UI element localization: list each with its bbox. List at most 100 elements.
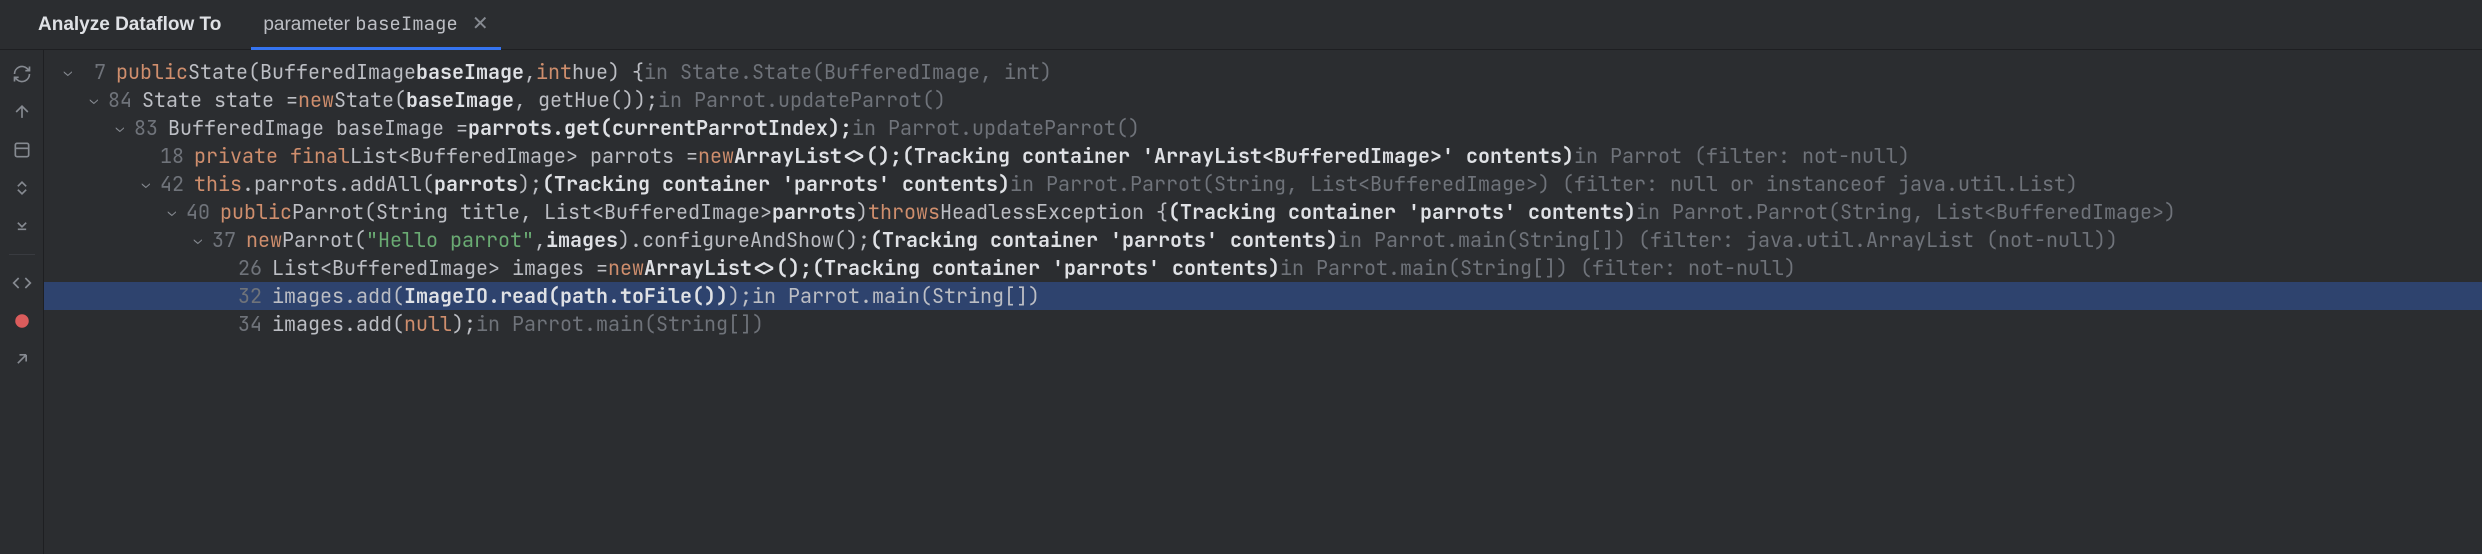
- code-segment: (Tracking container 'parrots' contents): [812, 254, 1280, 283]
- code-segment: public: [116, 58, 188, 87]
- code-segment: throws: [868, 198, 940, 227]
- code-segment: images.add(: [272, 310, 404, 339]
- code-segment: parrots: [434, 170, 518, 199]
- main-container: ⌄7public State(BufferedImage baseImage, …: [0, 50, 2482, 554]
- line-number: 37: [208, 226, 236, 255]
- close-icon[interactable]: ✕: [472, 11, 489, 36]
- group-icon[interactable]: [10, 138, 34, 162]
- tree-row[interactable]: ⌄84 State state = new State(baseImage, ge…: [44, 86, 2482, 114]
- code-segment: in Parrot.updateParrot(): [658, 86, 946, 115]
- code-segment: parrots.get(currentParrotIndex);: [468, 114, 852, 143]
- code-segment: ArrayList<>();: [644, 254, 812, 283]
- tree-row[interactable]: ⌄34images.add(null); in Parrot.main(Stri…: [44, 310, 2482, 338]
- line-number: 7: [78, 58, 106, 87]
- line-number: 32: [234, 282, 262, 311]
- chevron-down-icon[interactable]: ⌄: [84, 90, 104, 110]
- chevron-down-icon[interactable]: ⌄: [110, 118, 130, 138]
- code-segment: List<BufferedImage> images =: [272, 254, 608, 283]
- line-number: 83: [130, 114, 158, 143]
- code-segment: in Parrot (filter: not-null): [1574, 142, 1910, 171]
- chevron-down-icon[interactable]: ⌄: [136, 174, 156, 194]
- collapse-icon[interactable]: [10, 214, 34, 238]
- code-segment: "Hello parrot": [366, 226, 534, 255]
- code-segment: images.add(: [272, 282, 404, 311]
- code-segment: baseImage: [406, 86, 514, 115]
- code-segment: ,: [534, 226, 546, 255]
- code-segment: (Tracking container 'parrots' contents): [870, 226, 1338, 255]
- code-segment: , getHue());: [514, 86, 658, 115]
- line-number: 26: [234, 254, 262, 283]
- code-segment: in Parrot.main(String[]): [752, 282, 1040, 311]
- code-segment: BufferedImage baseImage =: [168, 114, 468, 143]
- code-segment: .parrots.addAll(: [242, 170, 434, 199]
- export-icon[interactable]: [10, 347, 34, 371]
- code-segment: ).configureAndShow();: [618, 226, 870, 255]
- code-segment: State state =: [142, 86, 298, 115]
- code-segment: public: [220, 198, 292, 227]
- code-segment: State(: [334, 86, 406, 115]
- tree-row[interactable]: ⌄26List<BufferedImage> images = new Arra…: [44, 254, 2482, 282]
- line-number: 34: [234, 310, 262, 339]
- code-segment: null: [404, 310, 452, 339]
- separator: [9, 254, 35, 255]
- expand-collapse-icon[interactable]: [10, 176, 34, 200]
- dataflow-tree: ⌄7public State(BufferedImage baseImage, …: [44, 50, 2482, 554]
- code-segment: (Tracking container 'parrots' contents): [1168, 198, 1636, 227]
- refresh-icon[interactable]: [10, 62, 34, 86]
- code-segment: in Parrot.main(String[]) (filter: java.u…: [1338, 226, 2118, 255]
- chevron-down-icon[interactable]: ⌄: [162, 202, 182, 222]
- code-segment: List<BufferedImage> parrots =: [350, 142, 698, 171]
- code-segment: HeadlessException {: [940, 198, 1168, 227]
- code-segment: ArrayList<>();: [734, 142, 902, 171]
- panel-title: Analyze Dataflow To: [38, 14, 221, 36]
- code-segment: int: [536, 58, 572, 87]
- code-segment: );: [452, 310, 476, 339]
- code-segment: Parrot(: [282, 226, 366, 255]
- tree-row[interactable]: ⌄42 this.parrots.addAll(parrots); (Tracki…: [44, 170, 2482, 198]
- tree-row[interactable]: ⌄32images.add(ImageIO.read(path.toFile()…: [44, 282, 2482, 310]
- tab-parameter[interactable]: parameter baseImage ✕: [251, 0, 500, 50]
- navigate-up-icon[interactable]: [10, 100, 34, 124]
- code-segment: Parrot(String title, List<BufferedImage>: [292, 198, 772, 227]
- code-segment: hue) {: [572, 58, 644, 87]
- code-icon[interactable]: [10, 271, 34, 295]
- code-segment: in Parrot.Parrot(String, List<BufferedIm…: [1010, 170, 2078, 199]
- line-number: 18: [156, 142, 184, 171]
- code-segment: );: [518, 170, 542, 199]
- code-segment: new: [246, 226, 282, 255]
- code-segment: (Tracking container 'parrots' contents): [542, 170, 1010, 199]
- panel-header: Analyze Dataflow To parameter baseImage …: [0, 0, 2482, 50]
- line-number: 40: [182, 198, 210, 227]
- code-segment: (Tracking container 'ArrayList<BufferedI…: [902, 142, 1574, 171]
- code-segment: this: [194, 170, 242, 199]
- line-number: 84: [104, 86, 132, 115]
- code-segment: ,: [524, 58, 536, 87]
- code-segment: in Parrot.updateParrot(): [852, 114, 1140, 143]
- code-segment: ): [856, 198, 868, 227]
- code-segment: State(BufferedImage: [188, 58, 416, 87]
- tree-row[interactable]: ⌄7public State(BufferedImage baseImage, …: [44, 58, 2482, 86]
- code-segment: ImageIO.read(path.toFile()): [404, 282, 728, 311]
- chevron-down-icon[interactable]: ⌄: [188, 230, 208, 250]
- code-segment: in Parrot.main(String[]) (filter: not-nu…: [1280, 254, 1796, 283]
- code-segment: new: [608, 254, 644, 283]
- line-number: 42: [156, 170, 184, 199]
- code-segment: in State.State(BufferedImage, int): [644, 58, 1052, 87]
- code-segment: baseImage: [416, 58, 524, 87]
- code-segment: parrots: [772, 198, 856, 227]
- code-segment: images: [546, 226, 618, 255]
- tree-row[interactable]: ⌄40 public Parrot(String title, List<Buff…: [44, 198, 2482, 226]
- code-segment: );: [728, 282, 752, 311]
- tree-row[interactable]: ⌄83 BufferedImage baseImage = parrots.get…: [44, 114, 2482, 142]
- code-segment: in Parrot.Parrot(String, List<BufferedIm…: [1636, 198, 2176, 227]
- code-segment: new: [298, 86, 334, 115]
- breakpoint-icon[interactable]: [10, 309, 34, 333]
- code-segment: private final: [194, 142, 350, 171]
- tab-label: parameter baseImage: [263, 11, 457, 36]
- chevron-down-icon[interactable]: ⌄: [58, 62, 78, 82]
- code-segment: in Parrot.main(String[]): [476, 310, 764, 339]
- tool-sidebar: [0, 50, 44, 554]
- code-segment: new: [698, 142, 734, 171]
- tree-row[interactable]: ⌄37 new Parrot("Hello parrot", images).co…: [44, 226, 2482, 254]
- tree-row[interactable]: ⌄18private final List<BufferedImage> par…: [44, 142, 2482, 170]
